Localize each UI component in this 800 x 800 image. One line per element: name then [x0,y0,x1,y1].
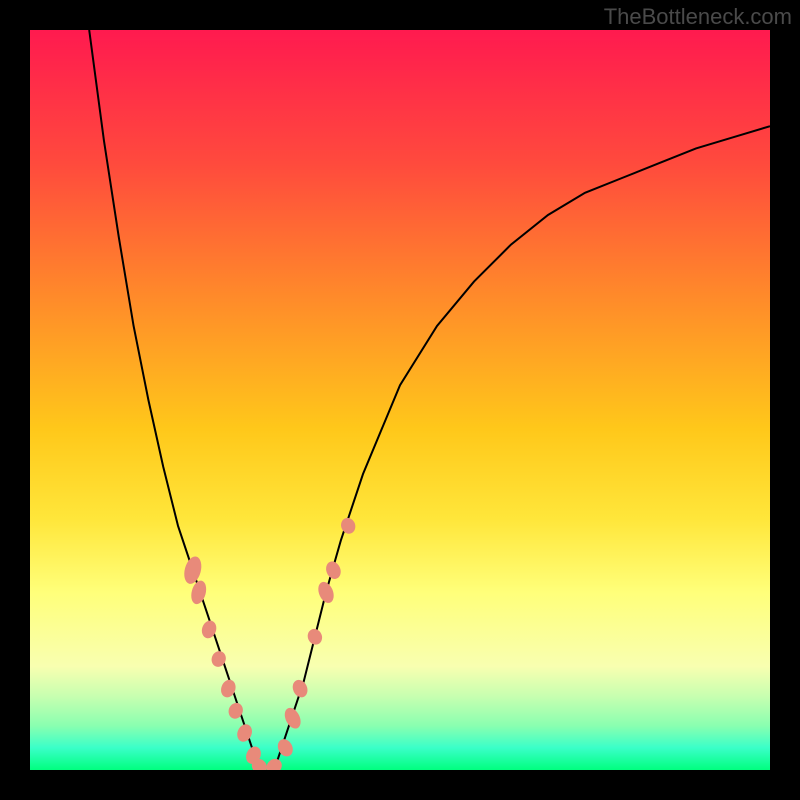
watermark-text: TheBottleneck.com [604,4,792,30]
data-marker [305,627,324,647]
data-marker [315,580,336,606]
marker-group [181,516,357,770]
right-curve [274,126,770,770]
data-marker [264,756,285,770]
left-curve [89,30,259,770]
data-marker [339,516,358,536]
data-marker [282,705,304,731]
data-marker [324,559,344,581]
chart-svg [30,30,770,770]
chart-frame: TheBottleneck.com [0,0,800,800]
data-marker [290,678,310,700]
curve-group [89,30,770,770]
plot-area [30,30,770,770]
data-marker [235,722,255,744]
